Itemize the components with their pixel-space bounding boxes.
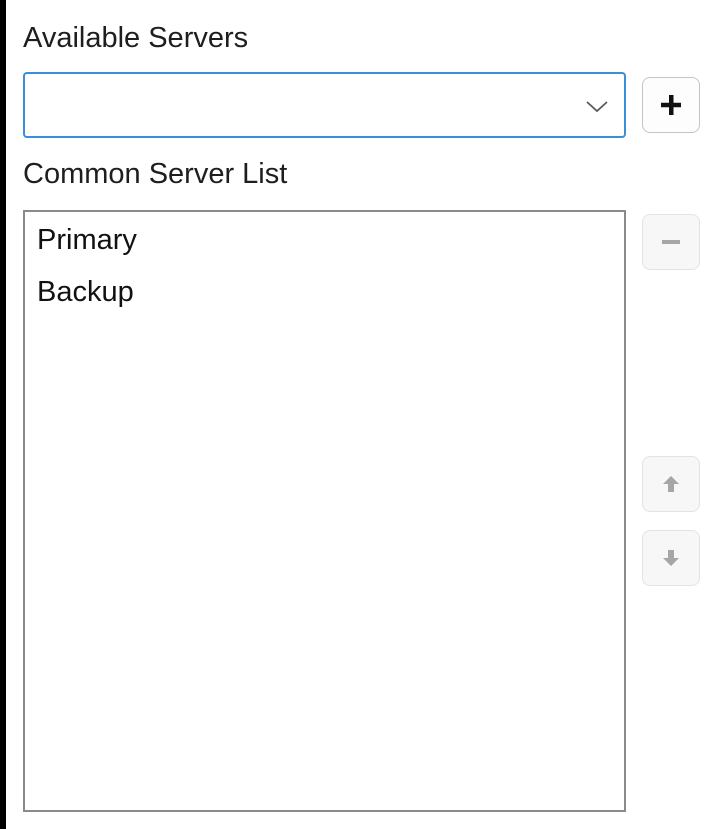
move-up-button[interactable]	[642, 456, 700, 512]
minus-icon	[662, 240, 680, 244]
add-server-button[interactable]	[642, 77, 700, 133]
available-servers-label: Available Servers	[23, 22, 249, 54]
list-item-primary[interactable]: Primary	[37, 226, 137, 255]
available-servers-combobox[interactable]	[23, 72, 626, 138]
server-settings-panel: Available Servers Common Server List Pri…	[6, 0, 717, 829]
chevron-down-icon[interactable]	[584, 96, 610, 116]
arrow-up-icon	[663, 476, 679, 492]
common-server-list-label: Common Server List	[23, 158, 288, 190]
remove-server-button[interactable]	[642, 214, 700, 270]
move-down-button[interactable]	[642, 530, 700, 586]
common-server-listbox[interactable]: Primary Backup	[23, 210, 626, 812]
arrow-down-icon	[663, 550, 679, 566]
list-item-backup[interactable]: Backup	[37, 278, 134, 307]
plus-icon	[661, 95, 681, 115]
